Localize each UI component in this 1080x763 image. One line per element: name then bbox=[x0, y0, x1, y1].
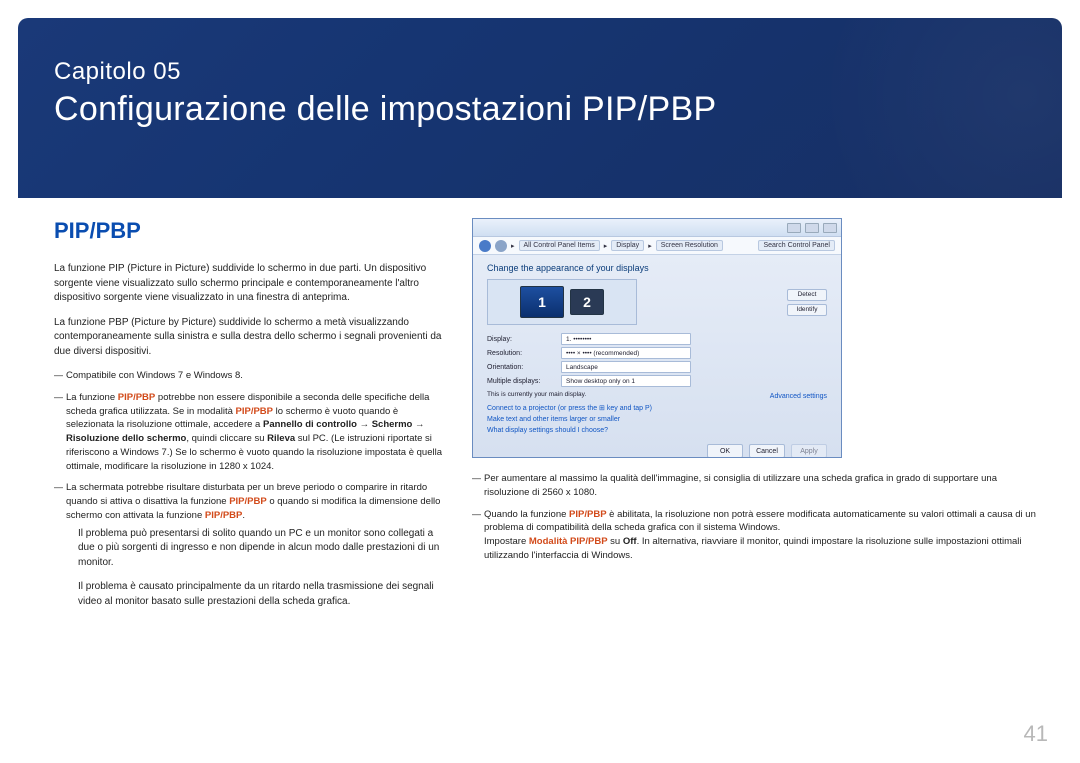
note-auto-res: Quando la funzione PIP/PBP è abilitata, … bbox=[472, 508, 1040, 563]
left-column: PIP/PBP La funzione PIP (Picture in Pict… bbox=[54, 218, 444, 723]
dialog-heading: Change the appearance of your displays bbox=[487, 263, 827, 273]
note-gpu: La funzione PIP/PBP potrebbe non essere … bbox=[54, 391, 444, 474]
note-flicker-sub2: Il problema è causato principalmente da … bbox=[66, 580, 444, 609]
ok-button[interactable]: OK bbox=[707, 444, 743, 458]
cancel-button[interactable]: Cancel bbox=[749, 444, 785, 458]
resolution-select[interactable]: •••• × •••• (recommended) bbox=[561, 347, 691, 359]
search-input[interactable]: Search Control Panel bbox=[758, 240, 835, 251]
breadcrumb-bar: ▸ All Control Panel Items ▸ Display ▸ Sc… bbox=[473, 237, 841, 255]
back-icon[interactable] bbox=[479, 240, 491, 252]
minimize-icon[interactable] bbox=[787, 223, 801, 233]
close-icon[interactable] bbox=[823, 223, 837, 233]
projector-link[interactable]: Connect to a projector (or press the ⊞ k… bbox=[487, 404, 827, 412]
intro-pip: La funzione PIP (Picture in Picture) sud… bbox=[54, 262, 444, 306]
note-flicker: La schermata potrebbe risultare disturba… bbox=[54, 481, 444, 609]
intro-pbp: La funzione PBP (Picture by Picture) sud… bbox=[54, 316, 444, 360]
main-display-note: This is currently your main display. bbox=[487, 391, 586, 398]
note-flicker-sub1: Il problema può presentarsi di solito qu… bbox=[66, 527, 444, 571]
right-column: ▸ All Control Panel Items ▸ Display ▸ Sc… bbox=[472, 218, 1040, 723]
chapter-title: Configurazione delle impostazioni PIP/PB… bbox=[54, 90, 716, 129]
apply-button[interactable]: Apply bbox=[791, 444, 827, 458]
monitor-1-icon[interactable]: 1 bbox=[520, 286, 564, 318]
chapter-number: Capitolo 05 bbox=[54, 58, 181, 86]
breadcrumb-item[interactable]: All Control Panel Items bbox=[519, 240, 600, 251]
monitor-2-icon[interactable]: 2 bbox=[570, 289, 604, 315]
forward-icon[interactable] bbox=[495, 240, 507, 252]
monitor-preview[interactable]: 1 2 bbox=[487, 279, 637, 325]
content-area: PIP/PBP La funzione PIP (Picture in Pict… bbox=[54, 218, 1040, 723]
advanced-settings-link[interactable]: Advanced settings bbox=[770, 393, 827, 400]
manual-page: Capitolo 05 Configurazione delle imposta… bbox=[0, 0, 1080, 763]
maximize-icon[interactable] bbox=[805, 223, 819, 233]
text-size-link[interactable]: Make text and other items larger or smal… bbox=[487, 416, 827, 423]
note-resolution: Per aumentare al massimo la qualità dell… bbox=[472, 472, 1040, 500]
orientation-select[interactable]: Landscape bbox=[561, 361, 691, 373]
detect-button[interactable]: Detect bbox=[787, 289, 827, 301]
chapter-header: Capitolo 05 Configurazione delle imposta… bbox=[18, 18, 1062, 198]
titlebar bbox=[473, 219, 841, 237]
section-title: PIP/PBP bbox=[54, 218, 444, 244]
multi-display-select[interactable]: Show desktop only on 1 bbox=[561, 375, 691, 387]
page-number: 41 bbox=[1024, 721, 1048, 747]
note-compat: Compatibile con Windows 7 e Windows 8. bbox=[54, 369, 444, 383]
pip-pbp-highlight: PIP/PBP bbox=[118, 392, 156, 403]
breadcrumb-item[interactable]: Display bbox=[611, 240, 644, 251]
display-select[interactable]: 1. •••••••• bbox=[561, 333, 691, 345]
dialog-body: Change the appearance of your displays 1… bbox=[473, 255, 841, 458]
help-link[interactable]: What display settings should I choose? bbox=[487, 427, 827, 434]
breadcrumb-item[interactable]: Screen Resolution bbox=[656, 240, 723, 251]
identify-button[interactable]: Identify bbox=[787, 304, 827, 316]
windows-screen-resolution-dialog: ▸ All Control Panel Items ▸ Display ▸ Sc… bbox=[472, 218, 842, 458]
